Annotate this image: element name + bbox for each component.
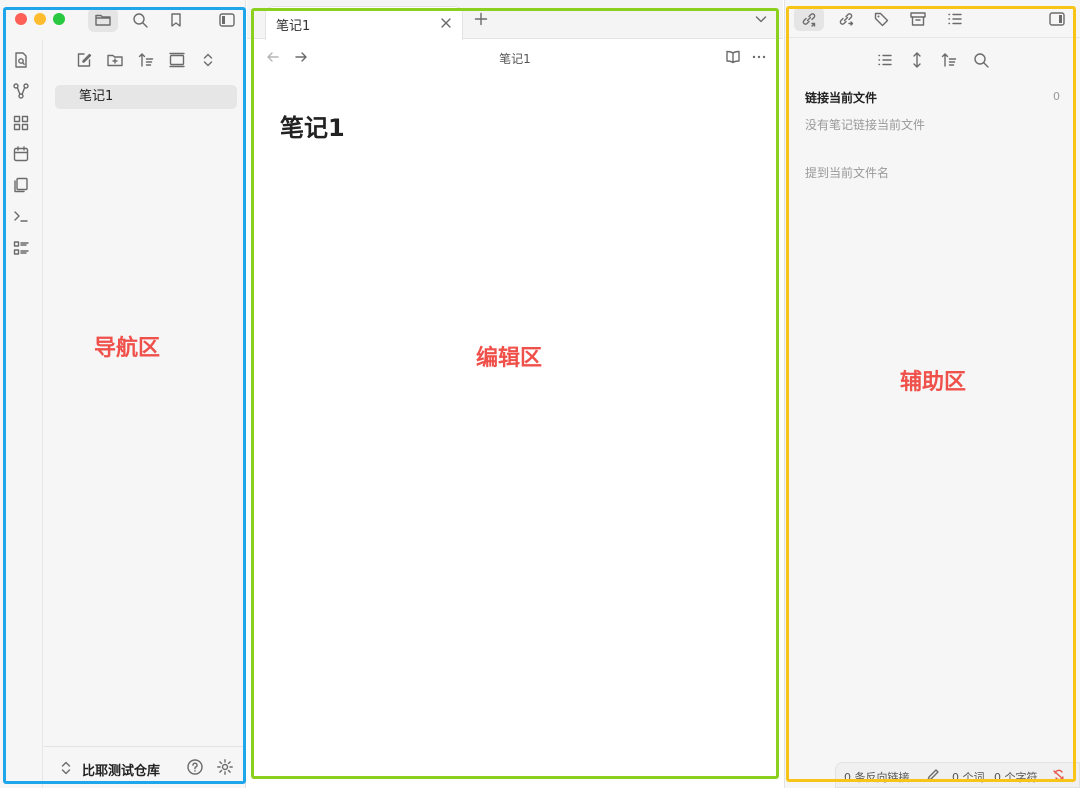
- editor-area-label: 编辑区: [476, 346, 543, 371]
- backlinks-toolbar: [785, 48, 1080, 72]
- tab-search[interactable]: [125, 8, 155, 32]
- search-icon: [972, 51, 990, 69]
- new-note-icon: [75, 51, 93, 69]
- templates-icon[interactable]: [11, 175, 31, 195]
- note-title-heading[interactable]: 笔记1: [280, 108, 345, 143]
- tab-outgoing-links[interactable]: [831, 7, 861, 31]
- backlinks-empty-message: 没有笔记链接当前文件: [805, 118, 926, 132]
- navigation-pane: 笔记1 比耶测试仓库: [0, 0, 246, 788]
- zoom-window-button[interactable]: [53, 13, 65, 25]
- outline-icon[interactable]: [11, 238, 31, 258]
- nav-top-bar: [0, 0, 246, 38]
- auto-reveal-button[interactable]: [165, 48, 189, 72]
- reading-view-icon[interactable]: [725, 49, 741, 65]
- command-palette-icon[interactable]: [11, 206, 31, 226]
- tab-note[interactable]: 笔记1: [265, 6, 463, 40]
- tab-archive[interactable]: [903, 7, 933, 31]
- tab-outline[interactable]: [940, 7, 970, 31]
- more-options-icon[interactable]: [751, 49, 767, 65]
- collapse-icon: [168, 51, 186, 69]
- tab-file-explorer[interactable]: [88, 8, 118, 32]
- app-window: 笔记1 比耶测试仓库 笔记1 笔记1 笔记1 链接当前文件 0 没有笔记链接当前…: [0, 0, 1080, 788]
- daily-note-icon[interactable]: [11, 144, 31, 164]
- toggle-left-sidebar-button[interactable]: [212, 8, 242, 32]
- show-more-context-button[interactable]: [905, 48, 929, 72]
- folder-icon: [94, 11, 112, 29]
- new-tab-icon[interactable]: [473, 11, 489, 27]
- graph-icon[interactable]: [11, 81, 31, 101]
- toggle-right-sidebar-button[interactable]: [1042, 7, 1072, 31]
- auxiliary-area-label: 辅助区: [900, 370, 967, 395]
- expand-collapse-button[interactable]: [196, 48, 220, 72]
- sidebar-right-icon: [1048, 10, 1066, 28]
- sort-icon: [940, 51, 958, 69]
- unlinked-mentions-title[interactable]: 提到当前文件名: [805, 164, 889, 181]
- view-title[interactable]: 笔记1: [247, 50, 783, 67]
- close-window-button[interactable]: [15, 13, 27, 25]
- backlinks-section-title[interactable]: 链接当前文件: [805, 89, 877, 106]
- quick-switcher-icon[interactable]: [11, 50, 31, 70]
- archive-icon: [909, 10, 927, 28]
- minimize-window-button[interactable]: [34, 13, 46, 25]
- status-backlinks[interactable]: 0 条反向链接: [844, 769, 910, 785]
- vault-name[interactable]: 比耶测试仓库: [82, 760, 160, 779]
- status-chars: 0 个字符: [994, 771, 1038, 784]
- search-icon: [131, 11, 149, 29]
- view-header: 笔记1: [247, 40, 783, 76]
- sync-off-icon[interactable]: [1052, 768, 1066, 782]
- outline-icon: [946, 10, 964, 28]
- new-folder-icon: [106, 51, 124, 69]
- ribbon: [0, 40, 43, 788]
- sort-button[interactable]: [134, 48, 158, 72]
- help-icon[interactable]: [186, 758, 204, 776]
- edit-mode-icon[interactable]: [926, 768, 940, 782]
- backlinks-count: 0: [1053, 90, 1060, 103]
- vault-bar: 比耶测试仓库: [44, 746, 246, 788]
- tab-title: 笔记1: [276, 19, 311, 34]
- aux-tab-bar: [785, 0, 1080, 38]
- expand-vertical-icon: [908, 51, 926, 69]
- sidebar-left-icon: [218, 11, 236, 29]
- status-words: 0 个词: [952, 771, 985, 784]
- navigation-area-label: 导航区: [94, 336, 161, 361]
- tags-icon: [873, 10, 891, 28]
- status-bar: 0 条反向链接 0 个词 0 个字符: [835, 762, 1080, 788]
- bookmark-icon: [167, 11, 185, 29]
- file-explorer-toolbar: [44, 48, 246, 72]
- tab-bookmarks[interactable]: [161, 8, 191, 32]
- canvas-icon[interactable]: [11, 113, 31, 133]
- list-icon: [876, 51, 894, 69]
- tab-tags[interactable]: [867, 7, 897, 31]
- file-explorer: 笔记1: [44, 40, 246, 788]
- new-folder-button[interactable]: [103, 48, 127, 72]
- file-item[interactable]: 笔记1: [55, 85, 237, 109]
- settings-gear-icon[interactable]: [216, 758, 234, 776]
- expand-icon: [199, 51, 217, 69]
- new-note-button[interactable]: [72, 48, 96, 72]
- tab-bar: 笔记1: [247, 0, 783, 40]
- search-backlinks-button[interactable]: [969, 48, 993, 72]
- sort-results-button[interactable]: [937, 48, 961, 72]
- vault-switcher-icon[interactable]: [58, 759, 74, 777]
- backlinks-icon: [800, 10, 818, 28]
- tab-list-chevron-icon[interactable]: [753, 11, 769, 27]
- close-tab-icon[interactable]: [438, 15, 454, 31]
- outgoing-links-icon: [837, 10, 855, 28]
- collapse-results-button[interactable]: [873, 48, 897, 72]
- sort-icon: [137, 51, 155, 69]
- editor-pane: 笔记1 笔记1 笔记1: [247, 0, 783, 788]
- tab-backlinks[interactable]: [794, 7, 824, 31]
